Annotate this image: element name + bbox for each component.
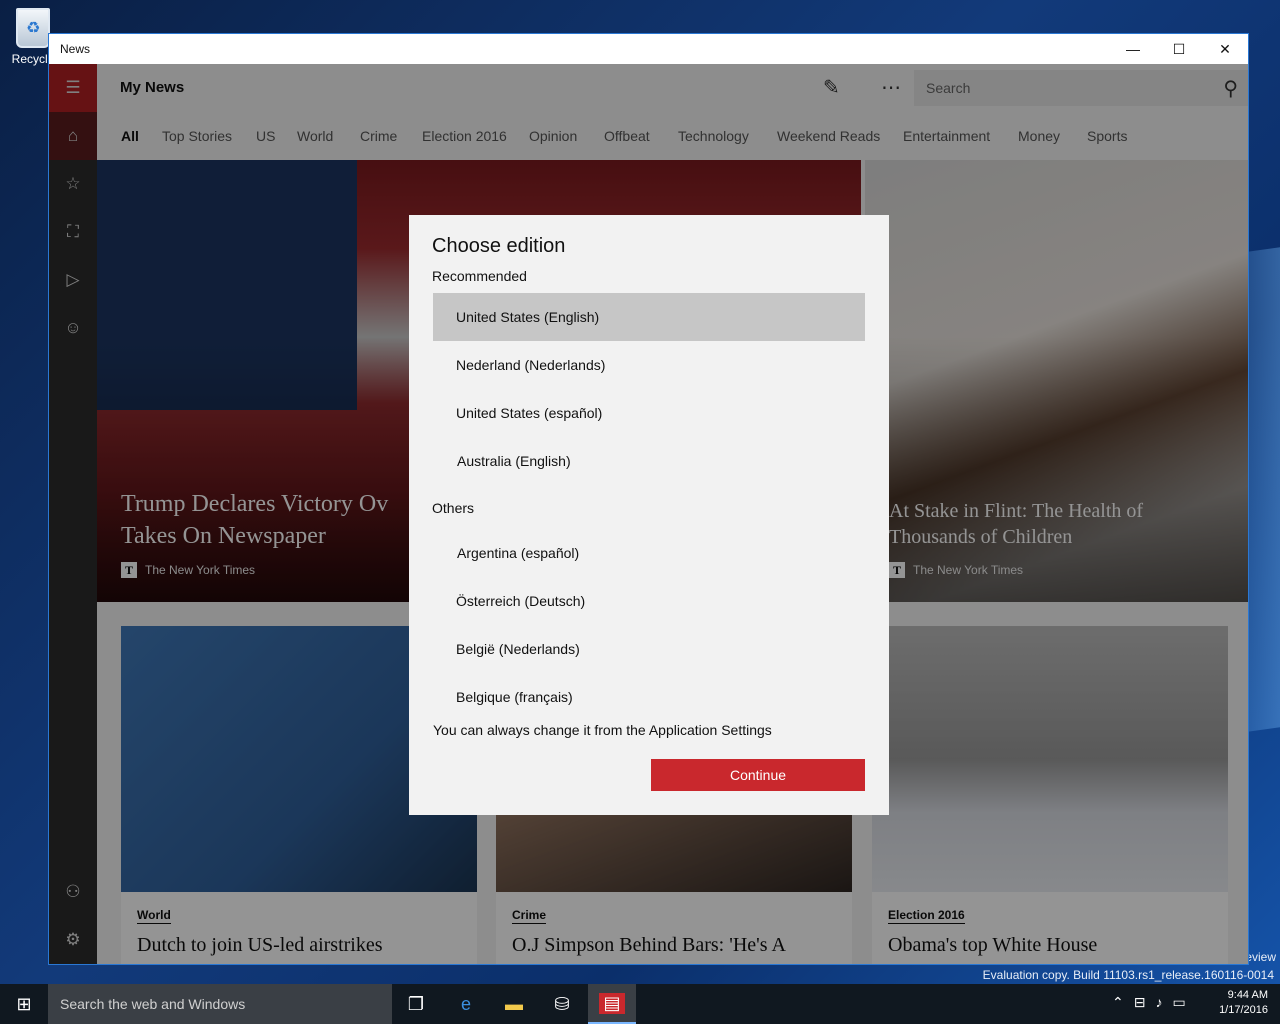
title-bar[interactable]: News — ☐ ✕ xyxy=(49,34,1248,64)
folder-icon: ▬ xyxy=(505,993,523,1014)
edition-option[interactable]: Australia (English) xyxy=(433,437,865,485)
edition-option[interactable]: Nederland (Nederlands) xyxy=(433,341,865,389)
news-window: News — ☐ ✕ ☰ ⌂ ☆ ⛶ ▷ ☺ ⚇ ⚙ My News ✎ ⋯ S… xyxy=(48,33,1249,965)
clock-date: 1/17/2016 xyxy=(1219,1004,1268,1016)
task-view-icon: ❐ xyxy=(407,993,425,1014)
clock[interactable]: 9:44 AM 1/17/2016 xyxy=(1219,988,1268,1018)
edge-icon: e xyxy=(460,993,471,1014)
minimize-button[interactable]: — xyxy=(1110,34,1156,64)
task-view-button[interactable]: ❐ xyxy=(392,984,440,1024)
recommended-label: Recommended xyxy=(432,268,527,284)
dialog-title: Choose edition xyxy=(432,235,566,257)
watermark-line1: eview xyxy=(1245,950,1276,964)
edition-option[interactable]: United States (español) xyxy=(433,389,865,437)
choose-edition-dialog: Choose edition Recommended United States… xyxy=(409,215,889,815)
system-tray[interactable]: ⌃⊟♪▭ xyxy=(1112,994,1196,1011)
edge-button[interactable]: e xyxy=(442,984,490,1024)
recycle-bin-icon xyxy=(16,8,50,48)
maximize-button[interactable]: ☐ xyxy=(1156,34,1202,64)
taskbar: ⊞ Search the web and Windows ❐ e ▬ ⛁ ▤ ⌃… xyxy=(0,984,1280,1024)
close-icon: ✕ xyxy=(1219,40,1231,57)
settings-note: You can always change it from the Applic… xyxy=(433,722,772,738)
windows-start-icon: ⊞ xyxy=(16,993,32,1014)
edition-option[interactable]: United States (English) xyxy=(433,293,865,341)
news-taskbar-button[interactable]: ▤ xyxy=(588,984,636,1024)
store-icon: ⛁ xyxy=(554,993,570,1014)
edition-option[interactable]: Belgique (français) xyxy=(433,673,865,721)
continue-button[interactable]: Continue xyxy=(651,759,865,791)
store-button[interactable]: ⛁ xyxy=(538,984,586,1024)
close-button[interactable]: ✕ xyxy=(1202,34,1248,64)
watermark-line2: Evaluation copy. Build 11103.rs1_release… xyxy=(982,968,1274,982)
start-button[interactable]: ⊞ xyxy=(0,984,48,1024)
taskbar-search-input[interactable]: Search the web and Windows xyxy=(60,996,245,1012)
window-title: News xyxy=(60,42,91,56)
file-explorer-button[interactable]: ▬ xyxy=(490,984,538,1024)
edition-option[interactable]: Österreich (Deutsch) xyxy=(433,577,865,625)
clock-time: 9:44 AM xyxy=(1227,989,1268,1001)
edition-option[interactable]: Argentina (español) xyxy=(433,529,865,577)
app-content: ☰ ⌂ ☆ ⛶ ▷ ☺ ⚇ ⚙ My News ✎ ⋯ Search ⚲ All… xyxy=(49,64,1248,964)
maximize-icon: ☐ xyxy=(1172,40,1186,57)
news-icon: ▤ xyxy=(599,992,625,1014)
taskbar-search[interactable]: Search the web and Windows xyxy=(48,984,392,1024)
edition-option[interactable]: België (Nederlands) xyxy=(433,625,865,673)
others-label: Others xyxy=(432,500,475,516)
minimize-icon: — xyxy=(1126,41,1140,57)
